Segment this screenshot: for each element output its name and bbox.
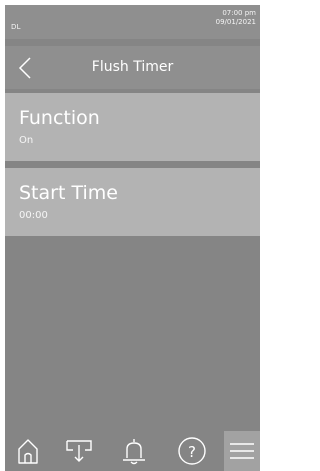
datetime: 07:00 pm 09/01/2021	[216, 9, 256, 27]
screen-header: Flush Timer	[5, 46, 260, 89]
bell-icon	[123, 439, 145, 465]
nav-alerts-button[interactable]	[110, 431, 158, 471]
setting-start-time[interactable]: Start Time 00:00	[5, 168, 260, 236]
menu-icon	[230, 443, 254, 459]
nav-menu-button[interactable]	[224, 431, 260, 471]
dispense-icon	[66, 440, 92, 462]
setting-value: On	[19, 135, 34, 146]
help-icon: ?	[178, 437, 206, 465]
setting-label: Function	[19, 107, 100, 129]
nav-home-button[interactable]	[5, 431, 53, 471]
setting-function[interactable]: Function On	[5, 93, 260, 161]
bottom-nav: ?	[5, 431, 260, 471]
setting-value: 00:00	[19, 210, 48, 221]
setting-label: Start Time	[19, 182, 118, 204]
nav-help-button[interactable]: ?	[167, 431, 215, 471]
status-bar: DL 07:00 pm 09/01/2021	[5, 5, 260, 39]
status-time: 07:00 pm	[222, 9, 256, 17]
status-label: DL	[11, 23, 21, 31]
status-date: 09/01/2021	[215, 18, 256, 26]
device-screen: DL 07:00 pm 09/01/2021 Flush Timer Funct…	[5, 5, 260, 471]
svg-text:?: ?	[188, 443, 196, 461]
nav-dispense-button[interactable]	[55, 431, 103, 471]
page-title: Flush Timer	[91, 59, 174, 75]
home-icon	[18, 439, 38, 464]
